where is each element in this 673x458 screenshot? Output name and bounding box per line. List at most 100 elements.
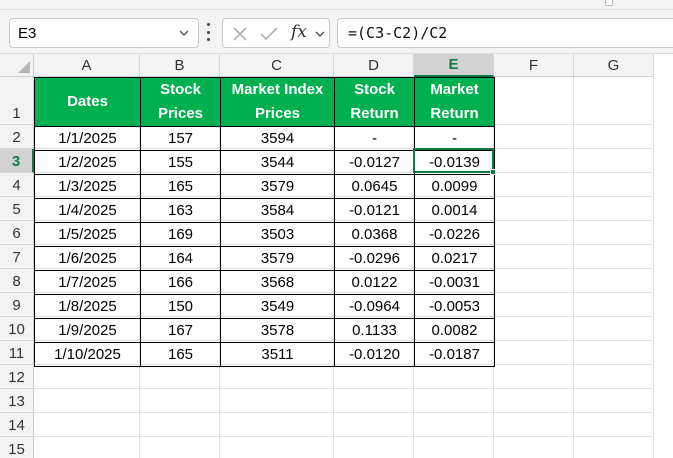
cell-e9[interactable]: -0.0053 <box>414 294 495 319</box>
row-header-10[interactable]: 10 <box>0 317 34 341</box>
cell-c4[interactable]: 3579 <box>220 174 335 199</box>
row-header-3[interactable]: 3 <box>0 149 34 173</box>
cell-d8[interactable]: 0.0122 <box>334 270 415 295</box>
header-cell-c1[interactable]: Market Index Prices <box>220 77 335 127</box>
cell-a8[interactable]: 1/7/2025 <box>34 270 141 295</box>
cell-e7[interactable]: 0.0217 <box>414 246 495 271</box>
select-all-button[interactable] <box>0 54 34 77</box>
row-header-11[interactable]: 11 <box>0 341 34 365</box>
row-header-13[interactable]: 13 <box>0 389 34 413</box>
column-header-f[interactable]: F <box>494 54 574 77</box>
cell-a5[interactable]: 1/4/2025 <box>34 198 141 223</box>
column-header-b[interactable]: B <box>140 54 220 77</box>
row-header-2[interactable]: 2 <box>0 125 34 149</box>
cell-d4[interactable]: 0.0645 <box>334 174 415 199</box>
row-header-15[interactable]: 15 <box>0 437 34 458</box>
cell-b7[interactable]: 164 <box>140 246 221 271</box>
cell-d3[interactable]: -0.0127 <box>334 150 415 175</box>
cell-c11[interactable]: 3511 <box>220 342 335 367</box>
spreadsheet-grid: ABCDEFG 1 2 3 4 5 6 7 8 9 10 11 12 13 14 15 Dates Stock… <box>0 54 673 458</box>
header-cell-e1[interactable]: Market Return <box>414 77 495 127</box>
cell-a10[interactable]: 1/9/2025 <box>34 318 141 343</box>
column-headers: ABCDEFG <box>34 54 654 77</box>
cell-e2[interactable]: - <box>414 126 495 151</box>
cell-b8[interactable]: 166 <box>140 270 221 295</box>
row-header-9[interactable]: 9 <box>0 293 34 317</box>
cell-b3[interactable]: 155 <box>140 150 221 175</box>
more-options-icon[interactable] <box>206 23 210 41</box>
cell-a11[interactable]: 1/10/2025 <box>34 342 141 367</box>
cell-e10[interactable]: 0.0082 <box>414 318 495 343</box>
cell-b9[interactable]: 150 <box>140 294 221 319</box>
cell-c9[interactable]: 3549 <box>220 294 335 319</box>
cell-b5[interactable]: 163 <box>140 198 221 223</box>
chevron-down-icon[interactable] <box>178 27 190 39</box>
header-line: Return <box>350 105 399 122</box>
header-line: Prices <box>254 105 301 122</box>
formula-text: =(C3-C2)/C2 <box>348 24 448 42</box>
cell-e3[interactable]: -0.0139 <box>414 150 495 175</box>
cell-d10[interactable]: 0.1133 <box>334 318 415 343</box>
cell-c5[interactable]: 3584 <box>220 198 335 223</box>
header-cell-a1[interactable]: Dates <box>34 77 141 127</box>
header-cell-d1[interactable]: Stock Return <box>334 77 415 127</box>
table-row: 1/5/2025 169 3503 0.0368 -0.0226 <box>34 222 495 247</box>
row-header-7[interactable]: 7 <box>0 245 34 269</box>
cell-d5[interactable]: -0.0121 <box>334 198 415 223</box>
row-header-1[interactable]: 1 <box>0 77 34 125</box>
header-cell-b1[interactable]: Stock Prices <box>140 77 221 127</box>
enter-check-icon[interactable] <box>259 25 279 43</box>
cell-c2[interactable]: 3594 <box>220 126 335 151</box>
column-header-a[interactable]: A <box>34 54 140 77</box>
cell-d9[interactable]: -0.0964 <box>334 294 415 319</box>
cell-e5[interactable]: 0.0014 <box>414 198 495 223</box>
cell-b2[interactable]: 157 <box>140 126 221 151</box>
column-header-c[interactable]: C <box>220 54 334 77</box>
cell-a9[interactable]: 1/8/2025 <box>34 294 141 319</box>
cell-d7[interactable]: -0.0296 <box>334 246 415 271</box>
cancel-icon[interactable] <box>231 25 249 43</box>
cell-b11[interactable]: 165 <box>140 342 221 367</box>
row-header-5[interactable]: 5 <box>0 197 34 221</box>
column-header-g[interactable]: G <box>574 54 654 77</box>
cell-a4[interactable]: 1/3/2025 <box>34 174 141 199</box>
cell-a3[interactable]: 1/2/2025 <box>34 150 141 175</box>
cell-d6[interactable]: 0.0368 <box>334 222 415 247</box>
formula-controls: fx <box>222 18 330 48</box>
header-line: Market <box>430 81 479 98</box>
table-row: 1/4/2025 163 3584 -0.0121 0.0014 <box>34 198 495 223</box>
chevron-down-icon[interactable] <box>314 28 326 40</box>
cell-area[interactable]: Dates Stock Prices Market Index Prices Stock R… <box>34 77 495 367</box>
cell-e6[interactable]: -0.0226 <box>414 222 495 247</box>
formula-input[interactable]: =(C3-C2)/C2 <box>337 18 673 48</box>
cell-d2[interactable]: - <box>334 126 415 151</box>
column-header-d[interactable]: D <box>334 54 414 77</box>
insert-function-icon[interactable]: fx <box>291 22 307 42</box>
cell-b6[interactable]: 169 <box>140 222 221 247</box>
row-header-4[interactable]: 4 <box>0 173 34 197</box>
data-table: Dates Stock Prices Market Index Prices Stock R… <box>34 77 495 367</box>
row-header-14[interactable]: 14 <box>0 413 34 437</box>
cell-e4[interactable]: 0.0099 <box>414 174 495 199</box>
cell-c7[interactable]: 3579 <box>220 246 335 271</box>
row-header-6[interactable]: 6 <box>0 221 34 245</box>
cell-c8[interactable]: 3568 <box>220 270 335 295</box>
cell-d11[interactable]: -0.0120 <box>334 342 415 367</box>
cell-c3[interactable]: 3544 <box>220 150 335 175</box>
cell-b4[interactable]: 165 <box>140 174 221 199</box>
cell-a2[interactable]: 1/1/2025 <box>34 126 141 151</box>
name-box[interactable]: E3 <box>9 18 199 48</box>
row-header-8[interactable]: 8 <box>0 269 34 293</box>
cell-b10[interactable]: 167 <box>140 318 221 343</box>
table-row: 1/6/2025 164 3579 -0.0296 0.0217 <box>34 246 495 271</box>
cell-a6[interactable]: 1/5/2025 <box>34 222 141 247</box>
cell-e11[interactable]: -0.0187 <box>414 342 495 367</box>
cell-a7[interactable]: 1/6/2025 <box>34 246 141 271</box>
header-line: Prices <box>157 105 204 122</box>
row-header-12[interactable]: 12 <box>0 365 34 389</box>
column-header-e[interactable]: E <box>414 54 494 77</box>
cell-c6[interactable]: 3503 <box>220 222 335 247</box>
ribbon-collapse-tab[interactable] <box>605 0 613 6</box>
cell-c10[interactable]: 3578 <box>220 318 335 343</box>
cell-e8[interactable]: -0.0031 <box>414 270 495 295</box>
